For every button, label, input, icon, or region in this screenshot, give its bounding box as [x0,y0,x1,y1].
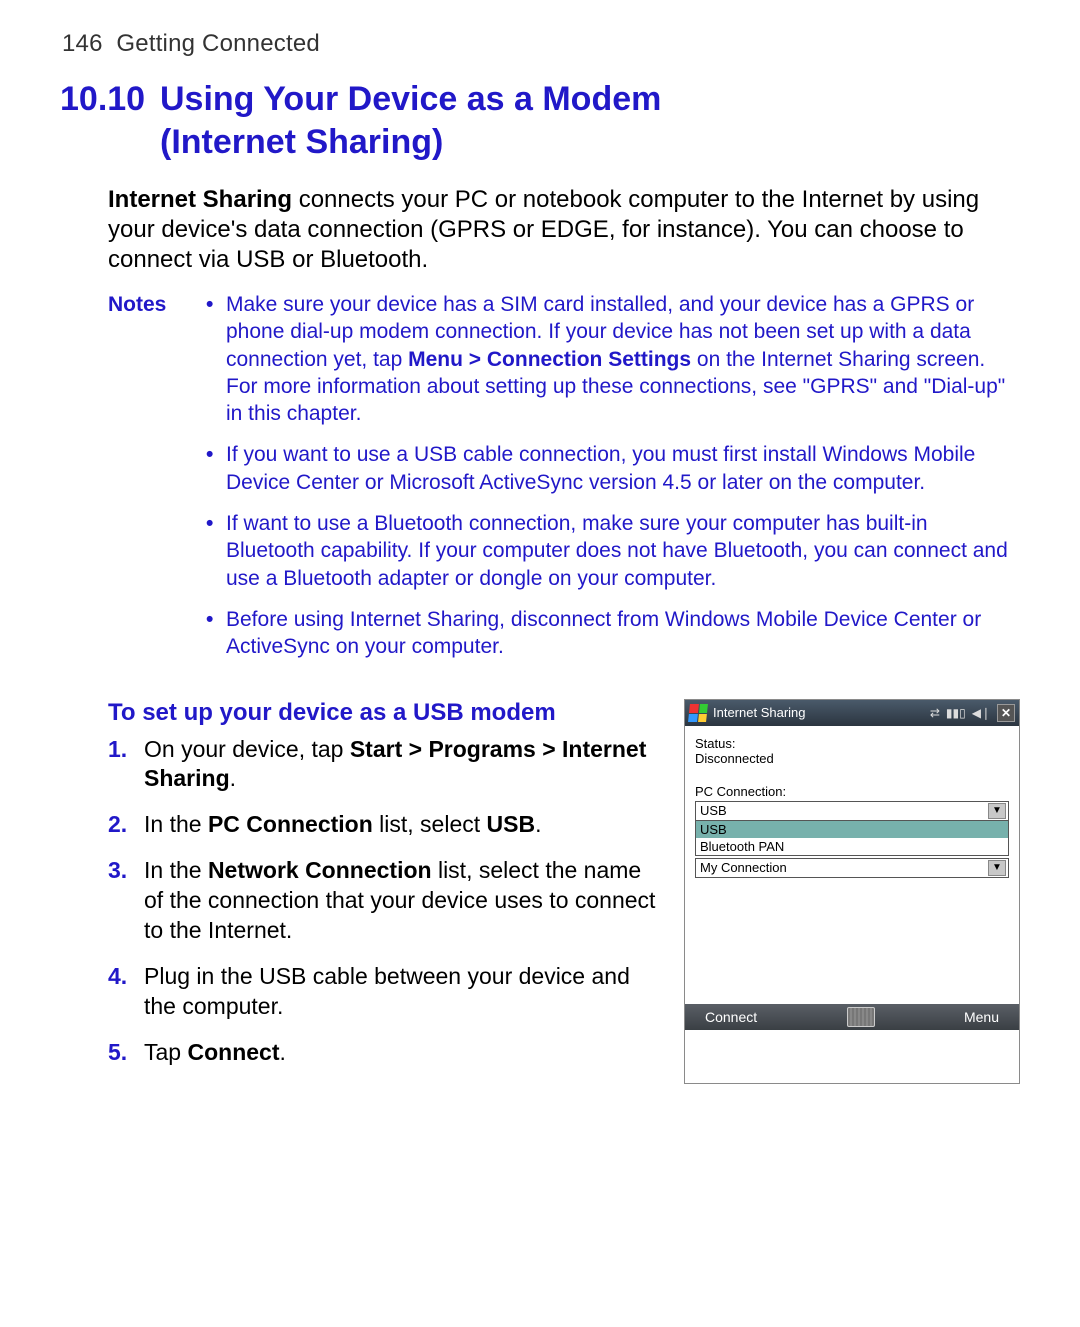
dropdown-option[interactable]: Bluetooth PAN [696,838,1008,855]
pc-connection-dropdown[interactable]: USB ▼ [695,801,1009,821]
softkey-menu[interactable]: Menu [964,1009,999,1025]
device-softkey-bar: Connect Menu [685,1004,1019,1030]
procedure-column: To set up your device as a USB modem On … [108,699,658,1084]
pc-connection-options: USB Bluetooth PAN [695,821,1009,856]
chapter-name: Getting Connected [116,30,320,57]
step-item: In the PC Connection list, select USB. [136,810,658,840]
device-window-title: Internet Sharing [713,705,924,720]
section-heading: 10.10Using Your Device as a Modem (Inter… [60,78,1020,163]
keyboard-icon[interactable] [847,1007,875,1027]
status-icons: ⇄ ▮▮▯ ◀❘ ✕ [930,704,1015,722]
chevron-down-icon: ▼ [988,860,1006,876]
network-connection-dropdown[interactable]: My Connection ▼ [695,858,1009,878]
device-screenshot: Internet Sharing ⇄ ▮▮▯ ◀❘ ✕ Status: Disc… [684,699,1020,1084]
step-item: In the Network Connection list, select t… [136,856,658,946]
chevron-down-icon: ▼ [988,803,1006,819]
status-value: Disconnected [695,751,1009,766]
note-item: If want to use a Bluetooth connection, m… [206,510,1020,606]
network-connection-value: My Connection [700,860,787,875]
sync-icon: ⇄ [930,706,940,720]
section-title-line1: Using Your Device as a Modem [160,80,661,118]
volume-icon: ◀❘ [972,706,991,720]
step-list: On your device, tap Start > Programs > I… [108,735,658,1068]
notes-label: Notes [108,291,206,675]
dropdown-option[interactable]: USB [696,821,1008,838]
section-number: 10.10 [60,78,160,121]
status-label: Status: [695,736,1009,751]
notes-list: Make sure your device has a SIM card ins… [206,291,1020,675]
page-number: 146 [62,30,103,57]
signal-icon: ▮▮▯ [946,706,966,720]
note-item: Before using Internet Sharing, disconnec… [206,606,1020,675]
device-titlebar: Internet Sharing ⇄ ▮▮▯ ◀❘ ✕ [685,700,1019,726]
pc-connection-value: USB [700,803,727,818]
close-icon[interactable]: ✕ [997,704,1015,722]
softkey-connect[interactable]: Connect [705,1009,757,1025]
intro-paragraph: Internet Sharing connects your PC or not… [108,185,1020,275]
notes-block: Notes Make sure your device has a SIM ca… [108,291,1020,675]
running-head: 146 Getting Connected [62,30,1020,58]
pc-connection-label: PC Connection: [695,784,1009,799]
note-item: If you want to use a USB cable connectio… [206,441,1020,510]
step-item: Tap Connect. [136,1038,658,1068]
section-title-line2: (Internet Sharing) [60,121,1020,164]
intro-bold-term: Internet Sharing [108,186,292,213]
procedure-heading: To set up your device as a USB modem [108,699,658,727]
step-item: On your device, tap Start > Programs > I… [136,735,658,795]
windows-logo-icon [688,704,708,722]
step-item: Plug in the USB cable between your devic… [136,962,658,1022]
device-panel: Status: Disconnected PC Connection: USB … [685,726,1019,1004]
note-item: Make sure your device has a SIM card ins… [206,291,1020,441]
manual-page: 146 Getting Connected 10.10Using Your De… [0,0,1080,1327]
